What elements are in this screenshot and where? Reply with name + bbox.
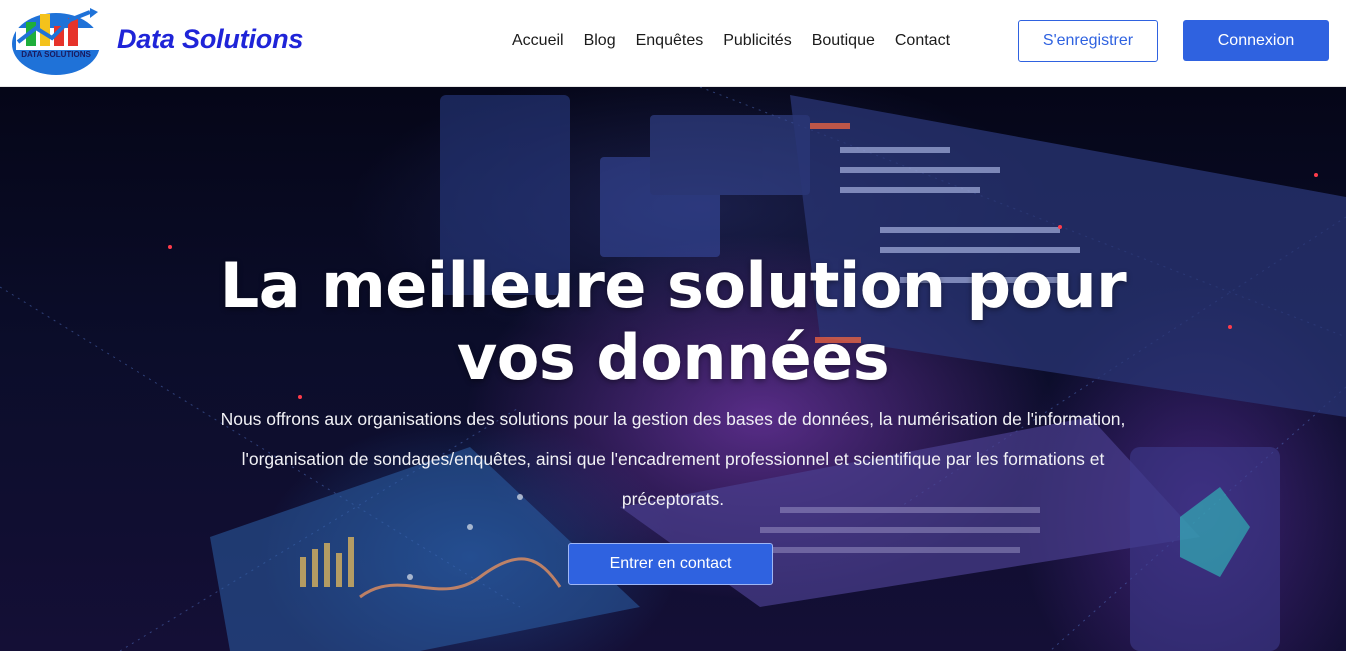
hero-description: Nous offrons aux organisations des solut…	[140, 399, 1206, 519]
hero-title-line-2: vos données	[456, 321, 890, 394]
nav-accueil[interactable]: Accueil	[512, 30, 564, 52]
site-header: DATA SOLUTIONS Data Solutions Accueil Bl…	[0, 0, 1346, 87]
brand-name[interactable]: Data Solutions	[117, 24, 303, 55]
login-button[interactable]: Connexion	[1183, 20, 1329, 61]
hero-title-line-1: La meilleure solution pour	[219, 249, 1127, 322]
main-nav: Accueil Blog Enquêtes Publicités Boutiqu…	[512, 30, 970, 52]
nav-publicites[interactable]: Publicités	[723, 30, 791, 52]
hero-description-line: l'organisation de sondages/enquêtes, ain…	[241, 449, 1105, 469]
contact-button[interactable]: Entrer en contact	[568, 543, 773, 585]
hero-description-line: Nous offrons aux organisations des solut…	[220, 409, 1126, 429]
nav-blog[interactable]: Blog	[584, 30, 616, 52]
nav-enquetes[interactable]: Enquêtes	[636, 30, 704, 52]
register-button[interactable]: S'enregistrer	[1018, 20, 1158, 62]
svg-text:DATA SOLUTIONS: DATA SOLUTIONS	[21, 50, 91, 59]
nav-boutique[interactable]: Boutique	[812, 30, 875, 52]
nav-contact[interactable]: Contact	[895, 30, 950, 52]
hero-title: La meilleure solution pour vos données	[0, 250, 1346, 394]
hero-section: La meilleure solution pour vos données N…	[0, 87, 1346, 651]
hero-description-line: préceptorats.	[621, 489, 725, 509]
data-solutions-logo[interactable]: DATA SOLUTIONS	[10, 6, 104, 76]
